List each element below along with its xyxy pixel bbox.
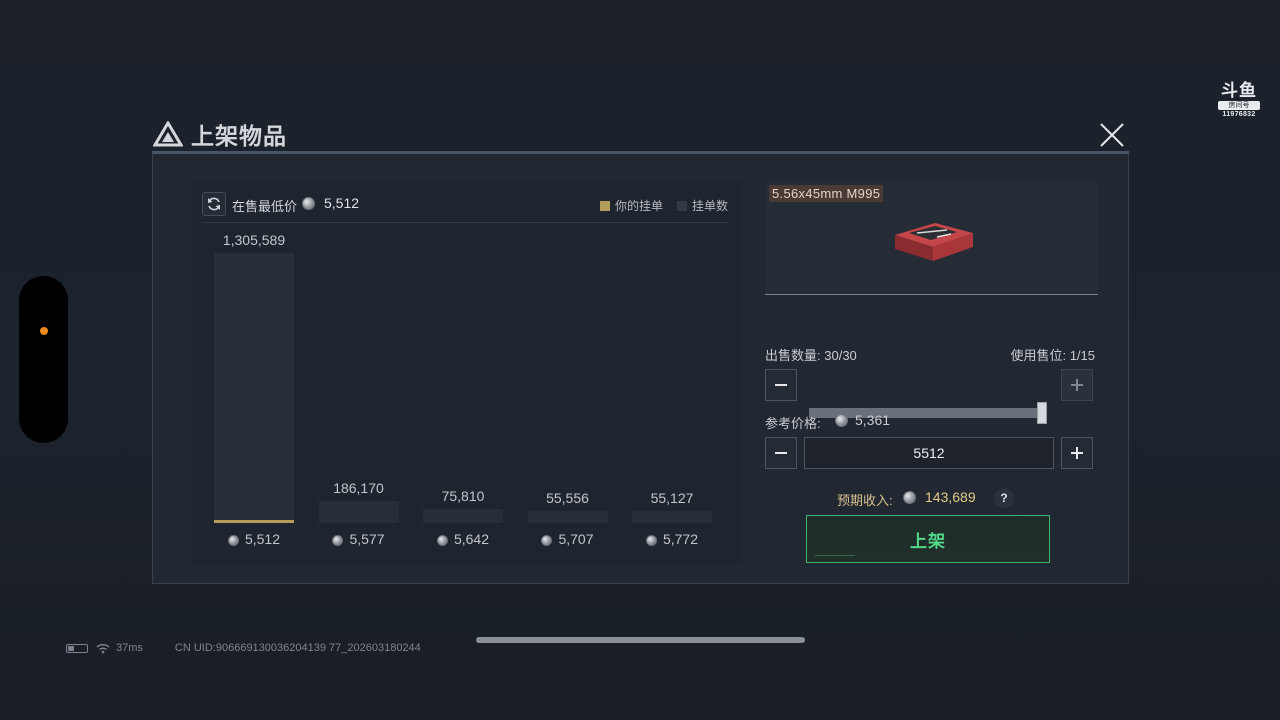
item-name: 5.56x45mm M995 xyxy=(769,185,884,202)
bar-price-label: 5,642 xyxy=(408,531,518,547)
plus-icon xyxy=(1071,447,1083,459)
quantity-slider-handle[interactable] xyxy=(1037,402,1047,424)
coin-icon xyxy=(835,414,848,427)
reference-price-value: 5,361 xyxy=(855,412,891,428)
item-card: 5.56x45mm M995 xyxy=(765,181,1098,295)
watermark-logo: 斗鱼 房间号 11976832 xyxy=(1218,82,1260,118)
dialog-title: 上架物品 xyxy=(191,123,287,149)
bar-price-label: 5,577 xyxy=(304,531,414,547)
quantity-label-text: 出售数量: xyxy=(765,348,821,363)
uid-text: CN UID:906669130036204139 77_20260318024… xyxy=(174,642,421,654)
top-band xyxy=(0,0,1280,66)
chart-bar xyxy=(632,511,712,523)
minus-icon xyxy=(775,384,787,386)
expected-income-label: 预期收入: xyxy=(837,493,893,508)
quantity-value: 30/30 xyxy=(824,348,857,363)
delta-logo-icon xyxy=(153,121,183,147)
close-button[interactable] xyxy=(1098,121,1126,149)
price-decrease-button[interactable] xyxy=(765,437,797,469)
quantity-increase-button[interactable] xyxy=(1061,369,1093,401)
bar-count-label: 186,170 xyxy=(333,480,384,497)
coin-icon xyxy=(903,491,916,504)
plus-icon xyxy=(1071,379,1083,391)
bar-count-label: 55,127 xyxy=(650,490,694,507)
list-item-dialog: 在售最低价 5,512 你的挂单 挂单数 1,305,589 5,512 186,1… xyxy=(152,151,1129,584)
battery-icon xyxy=(66,643,88,653)
list-item-button[interactable]: 上架 xyxy=(806,515,1050,563)
quantity-label: 出售数量: 30/30 xyxy=(765,345,857,364)
slots-value: 1/15 xyxy=(1069,348,1095,363)
chart-bar xyxy=(318,501,399,523)
watermark-sub: 房间号 xyxy=(1218,101,1260,110)
status-bar: 37ms CN UID:906669130036204139 77_202603… xyxy=(66,640,421,656)
chart-bar xyxy=(214,253,294,523)
coin-icon xyxy=(645,535,657,546)
bar-count-label: 55,556 xyxy=(546,490,589,507)
chart-bar xyxy=(527,511,608,523)
bar-count-label: 75,810 xyxy=(441,487,485,504)
price-chart-panel: 在售最低价 5,512 你的挂单 挂单数 1,305,589 5,512 186,1… xyxy=(192,181,742,564)
slots-label: 使用售位: 1/15 xyxy=(1010,345,1095,364)
watermark-number: 11976832 xyxy=(1222,111,1256,118)
bar-price-label: 5,772 xyxy=(617,531,727,547)
side-handle[interactable] xyxy=(19,276,68,443)
expected-income-value: 143,689 xyxy=(925,489,976,505)
bar-count-label: 1,305,589 xyxy=(222,232,286,248)
ammo-box-icon xyxy=(887,215,977,270)
ping-value: 37ms xyxy=(116,642,143,654)
dialog-top-border xyxy=(152,151,1129,154)
dialog-title-bar: 上架物品 xyxy=(153,116,287,152)
expected-income-row: 预期收入: 143,689 ? xyxy=(837,488,1027,509)
notification-dot xyxy=(40,327,48,335)
close-icon xyxy=(1100,123,1124,147)
list-item-button-label: 上架 xyxy=(910,531,946,551)
home-indicator[interactable] xyxy=(476,637,805,643)
bar-price-label: 5,512 xyxy=(199,531,309,547)
bar-price-label: 5,707 xyxy=(513,531,623,547)
coin-icon xyxy=(227,535,239,546)
slots-label-text: 使用售位: xyxy=(1010,348,1067,363)
help-icon[interactable]: ? xyxy=(994,488,1014,508)
watermark-mark: 斗鱼 xyxy=(1221,81,1257,100)
listing-form: 5.56x45mm M995 出售数量: 30/30 使用售位: 1/15 参考… xyxy=(765,181,1100,564)
price-increase-button[interactable] xyxy=(1061,437,1093,469)
bar-chart: 1,305,589 5,512 186,170 5,577 75,810 5,642 55,… xyxy=(192,181,742,564)
reference-price-label: 参考价格: xyxy=(765,416,821,431)
coin-icon xyxy=(541,535,553,546)
coin-icon xyxy=(436,535,448,546)
chart-bar xyxy=(423,508,503,523)
price-input[interactable] xyxy=(804,437,1054,469)
quantity-decrease-button[interactable] xyxy=(765,369,797,401)
button-decoration xyxy=(815,555,855,556)
minus-icon xyxy=(775,452,787,454)
coin-icon xyxy=(332,535,344,546)
wifi-icon xyxy=(96,643,110,653)
